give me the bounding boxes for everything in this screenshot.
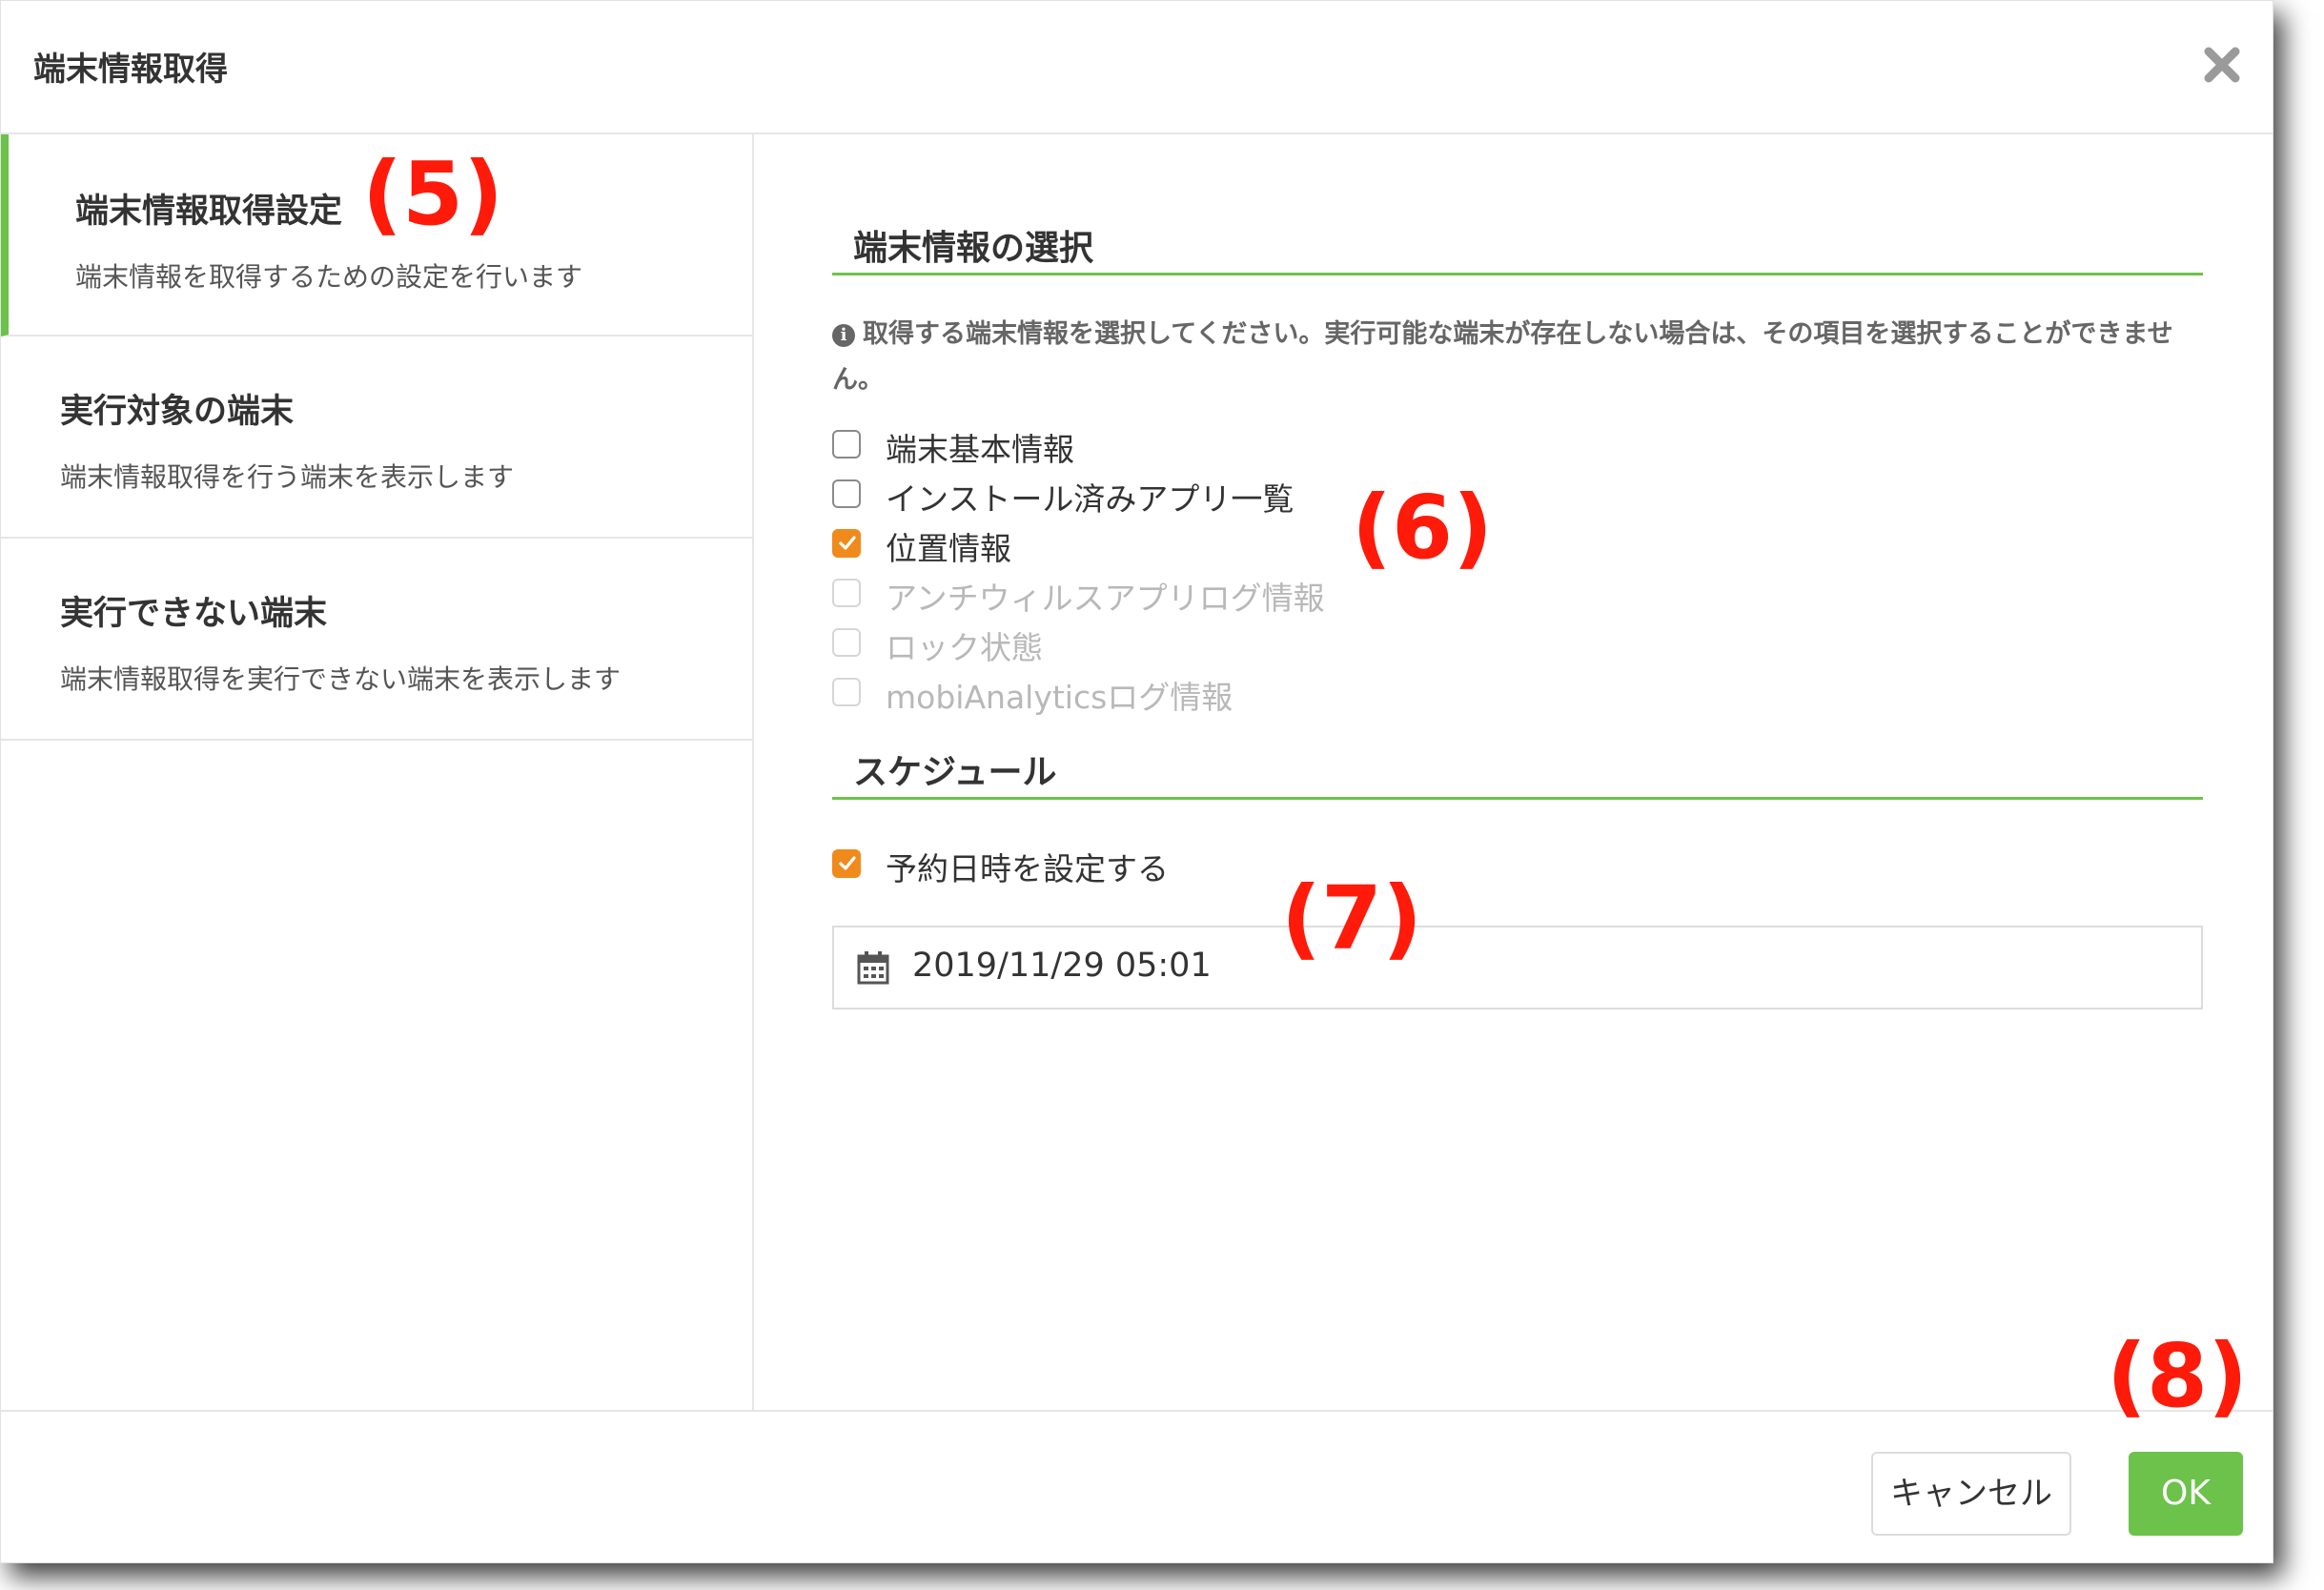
checkbox-disabled bbox=[832, 628, 861, 657]
sidebar-item-target-devices[interactable]: 実行対象の端末 端末情報取得を行う端末を表示します bbox=[1, 336, 752, 539]
step-sidebar: 端末情報取得設定 端末情報を取得するための設定を行います 実行対象の端末 端末情… bbox=[1, 134, 754, 1410]
dialog-header: 端末情報取得 bbox=[1, 1, 2273, 134]
checkbox-disabled bbox=[832, 579, 861, 607]
modal-dialog: 端末情報取得 端末情報取得設定 端末情報を取得するための設定を行います 実行対象… bbox=[0, 0, 2273, 1563]
annotation-marker-8: (8) bbox=[2107, 1325, 2249, 1427]
sidebar-item-title: 実行対象の端末 bbox=[60, 393, 295, 431]
checkbox[interactable] bbox=[832, 479, 861, 508]
dialog-title: 端末情報取得 bbox=[33, 51, 228, 89]
sidebar-item-unavailable-devices[interactable]: 実行できない端末 端末情報取得を実行できない端末を表示します bbox=[1, 539, 752, 741]
sidebar-item-description: 端末情報を取得するための設定を行います bbox=[75, 261, 583, 293]
dialog-footer: キャンセル OK bbox=[1, 1410, 2273, 1564]
checkbox-disabled bbox=[832, 678, 861, 706]
datetime-input[interactable]: 2019/11/29 05:01 bbox=[832, 926, 2203, 1009]
calendar-icon bbox=[857, 951, 889, 985]
checkbox-checked[interactable] bbox=[832, 849, 861, 878]
settings-panel: 端末情報の選択 i 取得する端末情報を選択してください。実行可能な端末が存在しない… bbox=[754, 134, 2274, 1410]
sidebar-item-title: 端末情報取得設定 bbox=[75, 193, 343, 231]
option-label: ロック状態 bbox=[886, 629, 1043, 666]
sidebar-item-description: 端末情報取得を行う端末を表示します bbox=[60, 461, 515, 493]
sidebar-item-description: 端末情報取得を実行できない端末を表示します bbox=[60, 663, 622, 695]
annotation-marker-6: (6) bbox=[1352, 477, 1494, 579]
sidebar-item-title: 実行できない端末 bbox=[60, 595, 328, 633]
check-icon bbox=[839, 856, 856, 870]
checkbox-checked[interactable] bbox=[832, 529, 861, 558]
section-title-schedule: スケジュール bbox=[832, 744, 2203, 800]
checkbox[interactable] bbox=[832, 430, 861, 459]
annotation-marker-5: (5) bbox=[362, 143, 504, 245]
datetime-value: 2019/11/29 05:01 bbox=[912, 947, 1212, 985]
option-label: 位置情報 bbox=[886, 530, 1011, 567]
info-icon: i bbox=[832, 324, 855, 347]
option-label: インストール済みアプリ一覧 bbox=[886, 480, 1295, 518]
section-title-info: 端末情報の選択 bbox=[832, 220, 2203, 275]
annotation-marker-7: (7) bbox=[1281, 867, 1423, 969]
option-label: mobiAnalyticsログ情報 bbox=[886, 679, 1233, 716]
info-message: i 取得する端末情報を選択してください。実行可能な端末が存在しない場合は、その項目… bbox=[832, 312, 2205, 403]
option-label: 予約日時を設定する bbox=[886, 850, 1169, 887]
check-icon bbox=[839, 536, 856, 550]
option-label: 端末基本情報 bbox=[886, 431, 1074, 468]
option-label: アンチウィルスアプリログ情報 bbox=[886, 580, 1325, 617]
close-icon[interactable] bbox=[2200, 43, 2244, 87]
info-message-text: 取得する端末情報を選択してください。実行可能な端末が存在しない場合は、その項目を… bbox=[832, 319, 2173, 395]
cancel-button[interactable]: キャンセル bbox=[1871, 1452, 2071, 1536]
ok-button[interactable]: OK bbox=[2129, 1452, 2243, 1536]
